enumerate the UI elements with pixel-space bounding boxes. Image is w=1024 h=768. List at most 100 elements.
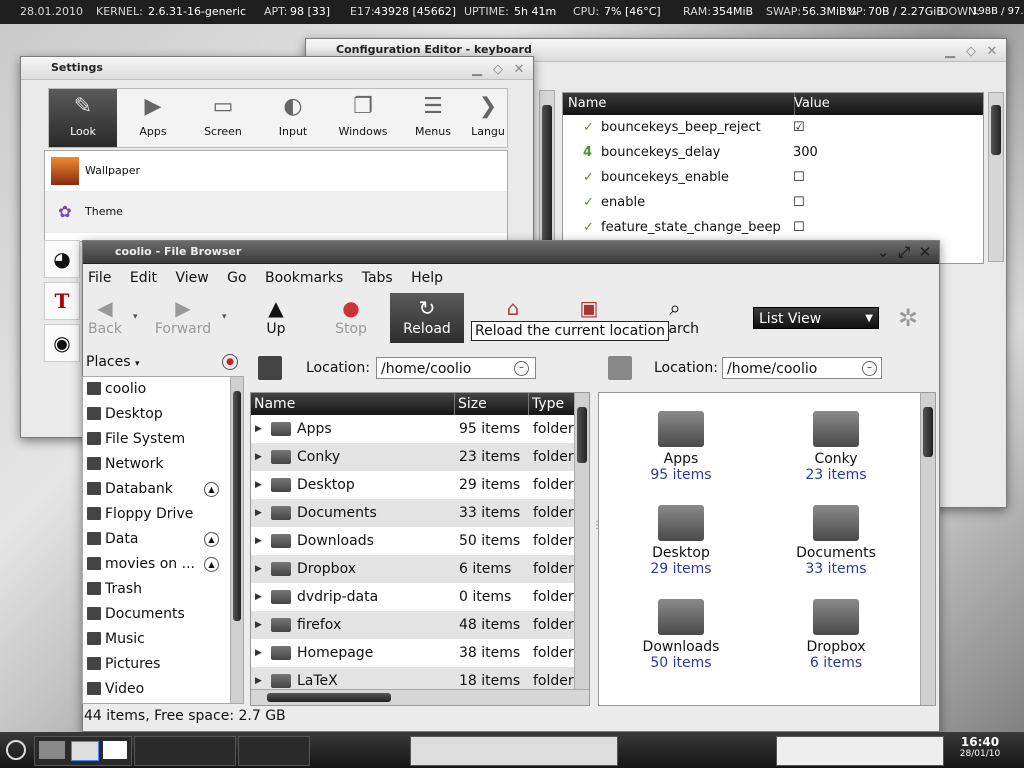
file-row[interactable]: ▶ Homepage 38 items folder <box>251 639 589 667</box>
config-tree-scrollbar[interactable] <box>539 90 555 262</box>
places-item[interactable]: Databank ▲ <box>83 477 243 502</box>
expander-icon[interactable]: ▶ <box>255 555 262 583</box>
expander-icon[interactable]: ▶ <box>255 611 262 639</box>
file-list-hscrollbar[interactable] <box>251 689 589 705</box>
places-item[interactable]: Pictures <box>83 652 243 677</box>
file-row[interactable]: ▶ Desktop 29 items folder <box>251 471 589 499</box>
places-item[interactable]: Documents <box>83 602 243 627</box>
pager[interactable] <box>34 736 132 766</box>
file-icon-item[interactable]: Documents 33 items <box>766 505 906 577</box>
expander-icon[interactable]: ▶ <box>255 583 262 611</box>
close-icon[interactable]: ✕ <box>511 62 527 78</box>
config-key-value[interactable]: ☑ <box>793 115 805 140</box>
file-icon-item[interactable]: Dropbox 6 items <box>766 599 906 671</box>
col-header-name[interactable]: Name <box>251 393 455 415</box>
location-input[interactable]: /home/coolio <box>376 357 536 379</box>
settings-menus-button[interactable]: ☰ Menus <box>399 89 467 147</box>
places-item[interactable]: movies on ... ▲ <box>83 552 243 577</box>
expander-icon[interactable]: ▶ <box>255 499 262 527</box>
file-icon-item[interactable]: Apps 95 items <box>611 411 751 483</box>
up-button[interactable]: ▲ Up <box>241 293 311 343</box>
settings-windows-button[interactable]: ❐ Windows <box>329 89 397 147</box>
clear-location-icon[interactable]: – <box>514 361 529 376</box>
taskbar-apps[interactable] <box>134 736 236 766</box>
file-row[interactable]: ▶ Documents 33 items folder <box>251 499 589 527</box>
expander-icon[interactable]: ▶ <box>255 527 262 555</box>
config-key-value[interactable]: ☐ <box>793 215 805 240</box>
taskbar-apps-2[interactable] <box>238 736 310 766</box>
file-row[interactable]: ▶ Conky 23 items folder <box>251 443 589 471</box>
file-icon-item[interactable]: Conky 23 items <box>766 411 906 483</box>
start-menu-icon[interactable] <box>6 740 26 760</box>
col-header-name[interactable]: Name <box>563 93 795 115</box>
maximize-icon[interactable]: ⤢ <box>896 244 912 260</box>
places-item[interactable]: Data ▲ <box>83 527 243 552</box>
menu-edit[interactable]: Edit <box>130 270 157 286</box>
file-row[interactable]: ▶ firefox 48 items folder <box>251 611 589 639</box>
menu-go[interactable]: Go <box>227 270 246 286</box>
launcher-bar[interactable] <box>410 736 618 766</box>
places-item[interactable]: File System <box>83 427 243 452</box>
eject-icon[interactable]: ▲ <box>204 482 219 497</box>
maximize-icon[interactable]: ◇ <box>490 62 506 78</box>
settings-input-button[interactable]: ◐ Input <box>259 89 327 147</box>
chevron-down-icon[interactable]: ⌄ <box>875 244 891 260</box>
clear-location-icon[interactable]: – <box>862 361 877 376</box>
config-row[interactable]: ✓ feature_state_change_beep ☐ <box>563 215 983 240</box>
menu-help[interactable]: Help <box>411 270 443 286</box>
file-row[interactable]: ▶ Downloads 50 items folder <box>251 527 589 555</box>
minimize-icon[interactable]: ▁ <box>942 44 958 60</box>
expander-icon[interactable]: ▶ <box>255 639 262 667</box>
config-row[interactable]: 4 bouncekeys_delay 300 <box>563 140 983 165</box>
close-icon[interactable]: ✕ <box>917 244 933 260</box>
maximize-icon[interactable]: ◇ <box>963 44 979 60</box>
config-row[interactable]: ✓ bouncekeys_enable ☐ <box>563 165 983 190</box>
places-item[interactable]: Trash <box>83 577 243 602</box>
settings-item-wallpaper[interactable]: Wallpaper <box>45 151 507 192</box>
col-header-size[interactable]: Size <box>455 393 529 415</box>
minimize-icon[interactable]: ▁ <box>469 62 485 78</box>
places-item[interactable]: Music <box>83 627 243 652</box>
file-row[interactable]: ▶ dvdrip-data 0 items folder <box>251 583 589 611</box>
stop-button[interactable]: ● Stop <box>316 293 386 343</box>
settings-language-button[interactable]: ❯ Langu <box>469 89 507 147</box>
config-row[interactable]: ✓ enable ☐ <box>563 190 983 215</box>
places-scrollbar[interactable] <box>230 377 243 703</box>
back-history-dropdown[interactable]: ▾ <box>133 312 138 322</box>
file-row[interactable]: ▶ Dropbox 6 items folder <box>251 555 589 583</box>
places-item[interactable]: Floppy Drive <box>83 502 243 527</box>
menu-view[interactable]: View <box>175 270 208 286</box>
places-item[interactable]: Desktop <box>83 402 243 427</box>
location-input[interactable]: /home/coolio <box>722 357 882 379</box>
settings-look-button[interactable]: ✎ Look <box>49 89 117 147</box>
config-row[interactable]: ✓ bouncekeys_beep_reject ☑ <box>563 115 983 140</box>
config-list-scrollbar[interactable] <box>988 92 1004 262</box>
menu-tabs[interactable]: Tabs <box>362 270 393 286</box>
places-item[interactable]: coolio <box>83 377 243 402</box>
clock[interactable]: 16:40 28/01/10 <box>950 735 1010 759</box>
places-item[interactable]: Network <box>83 452 243 477</box>
config-key-value[interactable]: ☐ <box>793 165 805 190</box>
menu-file[interactable]: File <box>88 270 111 286</box>
file-icon-item[interactable]: Desktop 29 items <box>611 505 751 577</box>
system-tray[interactable] <box>776 736 944 766</box>
back-button[interactable]: ◀ Back <box>70 293 140 343</box>
icon-view-scrollbar[interactable] <box>920 393 935 705</box>
file-icon-item[interactable]: Downloads 50 items <box>611 599 751 671</box>
forward-history-dropdown[interactable]: ▾ <box>222 312 227 322</box>
expander-icon[interactable]: ▶ <box>255 443 262 471</box>
places-header[interactable]: Places ▾ ● <box>86 350 240 374</box>
settings-item-theme[interactable]: ✿ Theme <box>45 192 507 233</box>
file-list-vscrollbar[interactable] <box>574 393 589 689</box>
view-mode-select[interactable]: List View ▼ <box>753 307 879 329</box>
eject-icon[interactable]: ▲ <box>204 557 219 572</box>
settings-screen-button[interactable]: ▭ Screen <box>189 89 257 147</box>
menu-bookmarks[interactable]: Bookmarks <box>265 270 343 286</box>
settings-apps-button[interactable]: ▶ Apps <box>119 89 187 147</box>
reload-button[interactable]: ↻ Reload <box>390 293 464 343</box>
close-icon[interactable]: ✕ <box>984 44 1000 60</box>
eject-icon[interactable]: ▲ <box>204 532 219 547</box>
col-header-value[interactable]: Value <box>789 93 988 115</box>
palette-icon[interactable]: ◕ <box>44 240 80 278</box>
file-row[interactable]: ▶ Apps 95 items folder <box>251 415 589 443</box>
